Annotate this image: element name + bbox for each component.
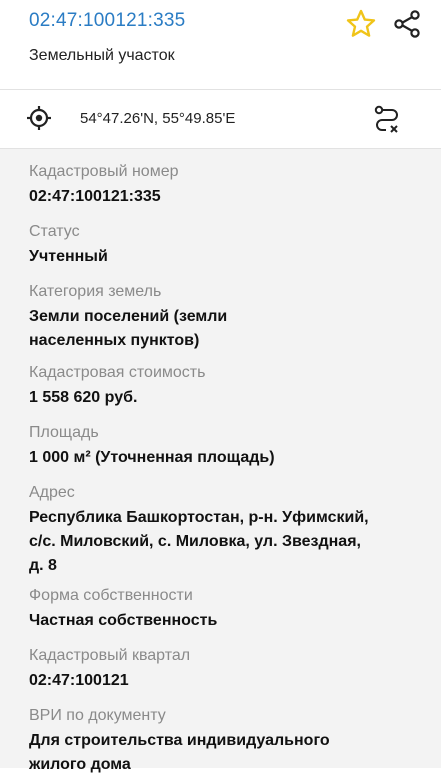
field-value: 1 558 620 руб. — [29, 389, 138, 406]
details-panel: Кадастровый номер 02:47:100121:335 Стату… — [0, 148, 441, 773]
field-label: Кадастровая стоимость — [29, 364, 206, 381]
route-clear-icon[interactable] — [370, 102, 404, 136]
field-label: Категория земель — [29, 283, 162, 300]
field-value[interactable]: 02:47:100121 — [29, 669, 419, 693]
coordinates-text[interactable]: 54°47.26'N, 55°49.85'E — [80, 110, 235, 127]
field-value[interactable]: Республика Башкортостан, р-н. Уфимский, … — [29, 506, 419, 578]
field-status: Статус Учтенный — [29, 221, 419, 269]
share-icon[interactable] — [392, 9, 422, 39]
value-line: Земли поселений (земли — [29, 308, 228, 325]
value-line: д. 8 — [29, 557, 57, 574]
field-label: Кадастровый квартал — [29, 647, 191, 664]
field-value: Учтенный — [29, 248, 108, 265]
field-value: 1 000 м² (Уточненная площадь) — [29, 449, 275, 466]
field-label: Адрес — [29, 484, 75, 501]
star-icon[interactable] — [345, 8, 377, 40]
field-ownership: Форма собственности Частная собственност… — [29, 585, 419, 633]
field-value: Частная собственность — [29, 612, 218, 629]
field-address: Адрес Республика Башкортостан, р-н. Уфим… — [29, 482, 419, 578]
field-label: Форма собственности — [29, 587, 193, 604]
field-cadastral-quarter: Кадастровый квартал 02:47:100121 — [29, 645, 419, 693]
field-label: Кадастровый номер — [29, 163, 179, 180]
coordinates-bar: 54°47.26'N, 55°49.85'E — [0, 90, 441, 148]
header: 02:47:100121:335 Земельный участок — [0, 0, 441, 82]
field-value[interactable]: 02:47:100121:335 — [29, 185, 419, 209]
crosshair-icon[interactable] — [26, 105, 52, 131]
cadastral-title[interactable]: 02:47:100121:335 — [29, 10, 185, 32]
value-line: жилого дома — [29, 756, 131, 773]
field-cadastral-value: Кадастровая стоимость 1 558 620 руб. — [29, 362, 419, 410]
value-line: Республика Башкортостан, р-н. Уфимский, — [29, 509, 369, 526]
field-value: Для строительства индивидуального жилого… — [29, 729, 419, 777]
field-value: Земли поселений (земли населенных пункто… — [29, 305, 419, 353]
field-label: ВРИ по документу — [29, 707, 166, 724]
value-line: населенных пунктов) — [29, 332, 200, 349]
object-type: Земельный участок — [29, 47, 175, 64]
field-cadastral-number: Кадастровый номер 02:47:100121:335 — [29, 161, 419, 209]
field-label: Статус — [29, 223, 80, 240]
field-label: Площадь — [29, 424, 99, 441]
value-line: Для строительства индивидуального — [29, 732, 330, 749]
field-permitted-use: ВРИ по документу Для строительства индив… — [29, 705, 419, 777]
field-area: Площадь 1 000 м² (Уточненная площадь) — [29, 422, 419, 470]
value-line: с/с. Миловский, с. Миловка, ул. Звездная… — [29, 533, 361, 550]
field-land-category: Категория земель Земли поселений (земли … — [29, 281, 419, 353]
